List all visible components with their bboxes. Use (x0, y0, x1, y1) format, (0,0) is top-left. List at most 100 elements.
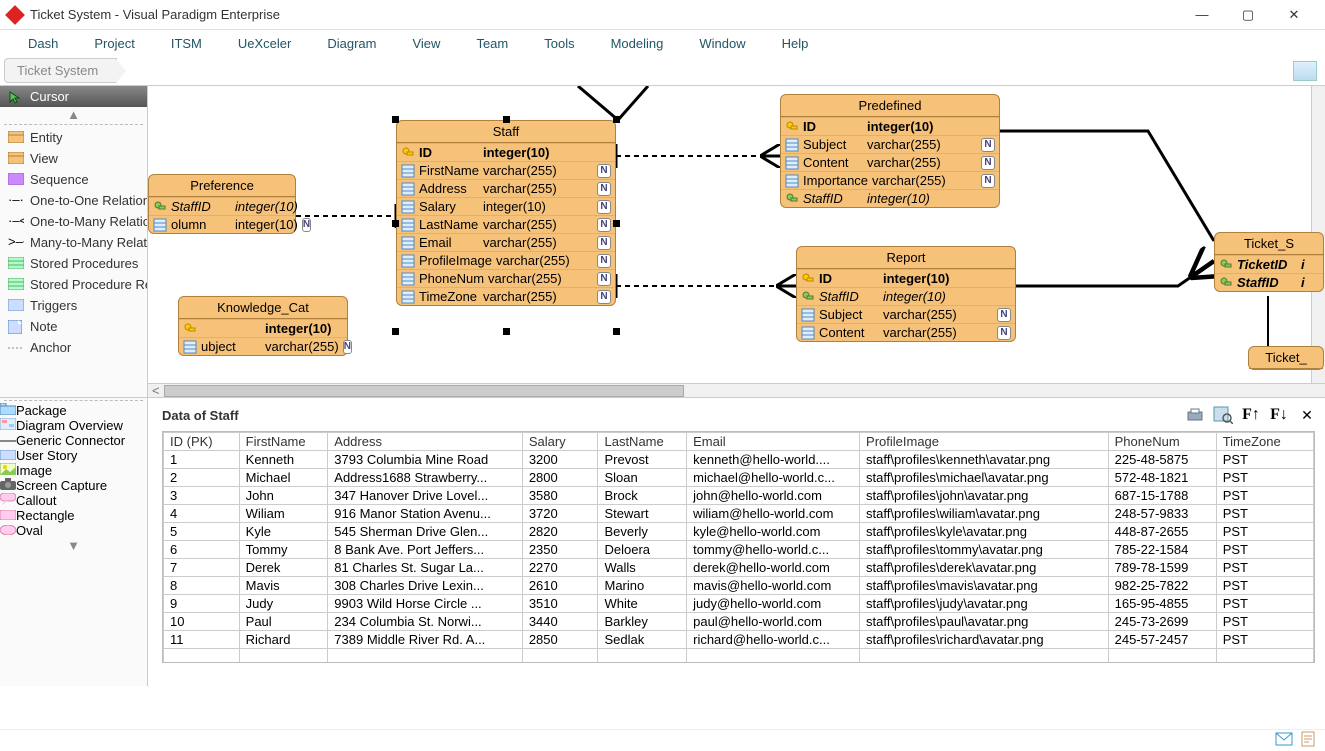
table-cell[interactable]: 785-22-1584 (1108, 541, 1216, 559)
table-cell[interactable]: 3440 (522, 613, 598, 631)
table-cell[interactable]: PST (1216, 505, 1313, 523)
entity-column[interactable]: TimeZonevarchar(255)N (397, 287, 615, 305)
entity-column[interactable]: TicketIDi (1215, 255, 1323, 273)
table-cell[interactable]: White (598, 595, 687, 613)
table-cell[interactable]: Kyle (239, 523, 328, 541)
table-cell[interactable]: staff\profiles\paul\avatar.png (860, 613, 1109, 631)
minimize-button[interactable]: — (1179, 0, 1225, 30)
table-cell[interactable]: 572-48-1821 (1108, 469, 1216, 487)
table-row[interactable]: 7Derek81 Charles St. Sugar La...2270Wall… (164, 559, 1314, 577)
tool-sequence[interactable]: Sequence (0, 169, 147, 190)
selection-handle[interactable] (503, 116, 510, 123)
table-cell[interactable]: Marino (598, 577, 687, 595)
perspective-icon[interactable] (1293, 61, 1317, 81)
table-cell[interactable]: 248-57-9833 (1108, 505, 1216, 523)
menu-modeling[interactable]: Modeling (593, 32, 682, 55)
tool-entity[interactable]: Entity (0, 127, 147, 148)
table-cell[interactable]: 11 (164, 631, 240, 649)
tool-trigger[interactable]: Triggers (0, 295, 147, 316)
table-cell[interactable]: judy@hello-world.com (687, 595, 860, 613)
table-cell[interactable]: 2610 (522, 577, 598, 595)
table-cell[interactable]: Wiliam (239, 505, 328, 523)
table-cell[interactable]: 545 Sherman Drive Glen... (328, 523, 523, 541)
table-cell[interactable]: Barkley (598, 613, 687, 631)
table-row[interactable]: 6Tommy8 Bank Ave. Port Jeffers...2350Del… (164, 541, 1314, 559)
table-cell[interactable]: Walls (598, 559, 687, 577)
horizontal-scrollbar[interactable]: < (148, 383, 1325, 397)
tool-anchor[interactable]: Anchor (0, 337, 147, 358)
table-cell[interactable]: staff\profiles\john\avatar.png (860, 487, 1109, 505)
table-row[interactable]: 1Kenneth3793 Columbia Mine Road3200Prevo… (164, 451, 1314, 469)
table-cell[interactable]: 7 (164, 559, 240, 577)
table-cell[interactable]: Tommy (239, 541, 328, 559)
table-cell[interactable]: 165-95-4855 (1108, 595, 1216, 613)
menu-uexceler[interactable]: UeXceler (220, 32, 309, 55)
table-cell[interactable]: Derek (239, 559, 328, 577)
entity-report[interactable]: ReportIDinteger(10)StaffIDinteger(10)Sub… (796, 246, 1016, 342)
data-grid[interactable]: ID (PK)FirstNameAddressSalaryLastNameEma… (163, 432, 1314, 663)
entity-column[interactable]: Addressvarchar(255)N (397, 179, 615, 197)
table-cell[interactable]: staff\profiles\derek\avatar.png (860, 559, 1109, 577)
table-cell[interactable]: 2800 (522, 469, 598, 487)
table-cell[interactable]: 1 (164, 451, 240, 469)
table-cell[interactable]: Judy (239, 595, 328, 613)
tool-oval[interactable]: Oval (0, 523, 147, 538)
table-cell[interactable]: 10 (164, 613, 240, 631)
table-cell[interactable]: kenneth@hello-world.... (687, 451, 860, 469)
selection-handle[interactable] (392, 328, 399, 335)
tool-sprocres[interactable]: Stored Procedure Resultset (0, 274, 147, 295)
table-cell[interactable]: Stewart (598, 505, 687, 523)
table-cell[interactable]: 2850 (522, 631, 598, 649)
data-grid-wrap[interactable]: ID (PK)FirstNameAddressSalaryLastNameEma… (162, 431, 1315, 663)
mail-icon[interactable] (1275, 732, 1293, 749)
table-row[interactable]: 11Richard7389 Middle River Rd. A...2850S… (164, 631, 1314, 649)
entity-column[interactable]: Subjectvarchar(255)N (797, 305, 1015, 323)
entity-ticket[interactable]: Ticket_ (1248, 346, 1324, 370)
tool-overview[interactable]: Diagram Overview (0, 418, 147, 433)
entity-column[interactable]: IDinteger(10) (397, 143, 615, 161)
table-cell[interactable]: 3510 (522, 595, 598, 613)
selection-handle[interactable] (613, 116, 620, 123)
table-cell[interactable]: 2 (164, 469, 240, 487)
print-icon[interactable] (1183, 404, 1207, 426)
column-header[interactable]: Salary (522, 433, 598, 451)
column-header[interactable]: Address (328, 433, 523, 451)
table-row[interactable]: 2MichaelAddress1688 Strawberry...2800Slo… (164, 469, 1314, 487)
table-cell[interactable]: staff\profiles\wiliam\avatar.png (860, 505, 1109, 523)
menu-diagram[interactable]: Diagram (309, 32, 394, 55)
table-cell[interactable]: PST (1216, 451, 1313, 469)
table-cell[interactable]: staff\profiles\kyle\avatar.png (860, 523, 1109, 541)
breadcrumb[interactable]: Ticket System (4, 58, 117, 83)
selection-handle[interactable] (392, 220, 399, 227)
table-cell[interactable]: PST (1216, 595, 1313, 613)
table-cell[interactable]: PST (1216, 523, 1313, 541)
column-header[interactable]: ProfileImage (860, 433, 1109, 451)
entity-column[interactable]: Salaryinteger(10)N (397, 197, 615, 215)
table-row[interactable]: 9Judy9903 Wild Horse Circle ...3510White… (164, 595, 1314, 613)
table-cell[interactable]: 916 Manor Station Avenu... (328, 505, 523, 523)
table-cell[interactable]: 245-73-2699 (1108, 613, 1216, 631)
table-cell[interactable]: 2820 (522, 523, 598, 541)
column-header[interactable]: FirstName (239, 433, 328, 451)
entity-column[interactable]: Contentvarchar(255)N (797, 323, 1015, 341)
entity-column[interactable]: StaffIDinteger(10) (797, 287, 1015, 305)
close-panel-icon[interactable]: ✕ (1295, 404, 1319, 426)
menu-help[interactable]: Help (764, 32, 827, 55)
table-cell[interactable]: staff\profiles\tommy\avatar.png (860, 541, 1109, 559)
table-cell[interactable]: 245-57-2457 (1108, 631, 1216, 649)
table-cell[interactable]: Beverly (598, 523, 687, 541)
table-cell[interactable]: tommy@hello-world.c... (687, 541, 860, 559)
table-cell[interactable]: kyle@hello-world.com (687, 523, 860, 541)
sort-desc-icon[interactable]: F↓ (1267, 404, 1291, 426)
entity-column[interactable]: Emailvarchar(255)N (397, 233, 615, 251)
table-cell[interactable]: Address1688 Strawberry... (328, 469, 523, 487)
tool-generic[interactable]: Generic Connector (0, 433, 147, 448)
tool-cursor[interactable]: Cursor (0, 86, 147, 107)
table-cell[interactable]: wiliam@hello-world.com (687, 505, 860, 523)
entity-knowledge[interactable]: Knowledge_Catinteger(10)ubjectvarchar(25… (178, 296, 348, 356)
table-cell[interactable]: staff\profiles\michael\avatar.png (860, 469, 1109, 487)
tool-callout[interactable]: Callout (0, 493, 147, 508)
selection-handle[interactable] (503, 328, 510, 335)
table-cell[interactable]: John (239, 487, 328, 505)
table-cell[interactable]: staff\profiles\richard\avatar.png (860, 631, 1109, 649)
